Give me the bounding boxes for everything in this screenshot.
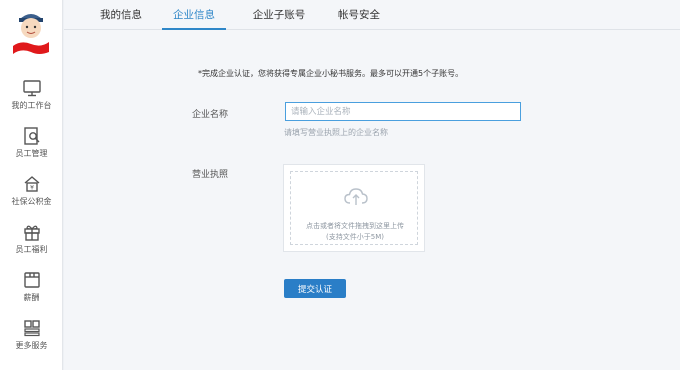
- sidebar-item-label: 我的工作台: [11, 101, 52, 110]
- sidebar-item-more-services[interactable]: 更多服务: [0, 318, 63, 358]
- company-name-label: 企业名称: [192, 110, 229, 120]
- gift-icon: [23, 225, 40, 241]
- upload-dropzone[interactable]: 点击或者将文件拖拽到这里上传 (支持文件小于5M): [290, 171, 418, 245]
- license-upload-area[interactable]: 点击或者将文件拖拽到这里上传 (支持文件小于5M): [283, 164, 425, 252]
- upload-instruction: 点击或者将文件拖拽到这里上传: [306, 222, 404, 230]
- salary-icon: [23, 272, 40, 288]
- monitor-icon: [22, 80, 41, 97]
- sidebar-item-employee-manage[interactable]: 员工管理: [0, 126, 63, 166]
- more-services-icon: [23, 320, 40, 337]
- tab-company-info[interactable]: 企业信息: [162, 0, 226, 30]
- sidebar-item-label: 社保公积金: [11, 197, 52, 206]
- business-license-label: 营业执照: [192, 170, 229, 180]
- sidebar-item-social-security[interactable]: ¥ 社保公积金: [0, 174, 63, 214]
- sidebar-item-workbench[interactable]: 我的工作台: [0, 78, 63, 118]
- upload-size-limit: (支持文件小于5M): [326, 233, 384, 241]
- svg-text:¥: ¥: [30, 185, 34, 192]
- submit-auth-button[interactable]: 提交认证: [284, 279, 346, 298]
- avatar[interactable]: [11, 6, 51, 56]
- sidebar-item-label: 员工福利: [15, 245, 48, 254]
- sidebar-item-salary[interactable]: 薪酬: [0, 270, 63, 310]
- company-name-hint: 请填写营业执照上的企业名称: [284, 128, 388, 137]
- main-content: 我的信息 企业信息 企业子账号 帐号安全 *完成企业认证，您将获得专属企业小秘书…: [64, 0, 680, 370]
- company-name-input[interactable]: [285, 102, 521, 121]
- auth-notice: *完成企业认证，您将获得专属企业小秘书服务。最多可以开通5个子账号。: [198, 69, 464, 78]
- house-fund-icon: ¥: [24, 176, 39, 192]
- sidebar-item-label: 员工管理: [15, 149, 48, 158]
- sidebar-item-label: 更多服务: [15, 341, 48, 350]
- tab-my-info[interactable]: 我的信息: [90, 0, 152, 30]
- cloud-upload-icon: [344, 188, 368, 205]
- tab-account-security[interactable]: 帐号安全: [328, 0, 390, 30]
- sidebar-item-label: 薪酬: [23, 293, 40, 302]
- sidebar-item-welfare[interactable]: 员工福利: [0, 222, 63, 262]
- tab-bar: 我的信息 企业信息 企业子账号 帐号安全: [64, 0, 680, 30]
- sidebar: 我的工作台 员工管理 ¥ 社保公积金 员工福利 薪酬 更多服务: [0, 0, 63, 370]
- employee-manage-icon: [23, 127, 39, 145]
- tab-sub-accounts[interactable]: 企业子账号: [246, 0, 312, 30]
